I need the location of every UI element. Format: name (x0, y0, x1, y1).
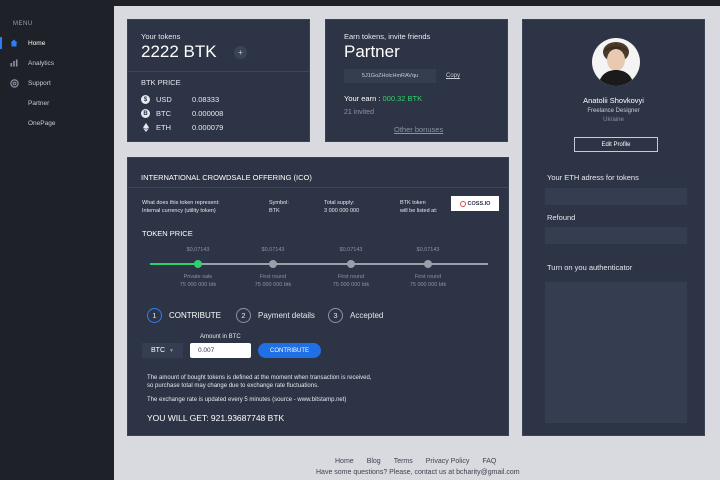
token-price-title: TOKEN PRICE (142, 229, 193, 238)
sidebar-item-label: Analytics (28, 59, 55, 67)
referral-code-field[interactable]: 5J1GoZHolcHmRAVqu (344, 69, 436, 83)
step-price: $0,07143 (261, 247, 285, 253)
authenticator-label: Turn on you authenticator (547, 263, 633, 272)
contribute-button[interactable]: CONTRIBUTE (258, 343, 321, 358)
step-round: First round 75 000 000 btk (254, 274, 292, 288)
timeline-dot (347, 260, 355, 268)
step-price: $0,07143 (416, 247, 440, 253)
home-icon (0, 39, 28, 47)
dollar-icon: $ (141, 95, 150, 104)
currency-select[interactable]: BTC ▼ (142, 343, 183, 358)
info-represent: What does this token represent: Internal… (142, 200, 220, 214)
amount-input[interactable]: 0.007 (190, 343, 251, 358)
ico-card: INTERNATIONAL CROWDSALE OFFERING (ICO) W… (127, 157, 509, 436)
info-symbol: Symbol: BTK (269, 200, 289, 214)
footer-link-blog[interactable]: Blog (367, 458, 381, 465)
sidebar-item-support[interactable]: Support (0, 74, 114, 92)
purchase-note: The amount of bought tokens is defined a… (147, 375, 372, 389)
top-bar (114, 0, 720, 6)
eth-address-input[interactable] (545, 188, 687, 205)
partner-subtitle: Earn tokens, invite friends (344, 32, 431, 41)
sidebar-item-partner[interactable]: Partner (0, 94, 114, 112)
tokens-title: Your tokens (141, 32, 181, 41)
price-title: BTK PRICE (141, 78, 181, 87)
partner-card: Earn tokens, invite friends Partner 5J1G… (325, 19, 508, 142)
support-icon (0, 78, 28, 88)
price-row-usd: $ USD 0.08333 (141, 95, 219, 104)
step-round: First round 75 000 000 btk (409, 274, 447, 288)
sidebar: MENU Home Analytics Support Partner OneP… (0, 0, 114, 480)
timeline-dot (269, 260, 277, 268)
price-row-eth: ETH 0.000079 (141, 123, 223, 132)
step-2-circle: 2 (236, 308, 251, 323)
result-total: YOU WILL GET: 921.93687748 BTK (147, 413, 285, 423)
partner-title: Partner (344, 42, 400, 61)
sidebar-item-label: Support (28, 79, 51, 87)
step-accepted-label[interactable]: Accepted (350, 311, 383, 320)
profile-name: Anatolii Shovkovyi (583, 96, 644, 105)
analytics-icon (0, 59, 28, 67)
amount-label: Amount in BTC (200, 334, 241, 340)
step-payment-label[interactable]: Payment details (258, 311, 315, 320)
sidebar-item-analytics[interactable]: Analytics (0, 54, 114, 72)
ethereum-icon (141, 123, 150, 132)
copy-link[interactable]: Copy (446, 73, 460, 79)
footer-links: Home Blog Terms Privacy Policy FAQ (335, 458, 496, 465)
earn-label: Your earn : (344, 94, 381, 103)
ico-divider (128, 187, 508, 188)
step-1-circle: 1 (147, 308, 162, 323)
refound-input[interactable] (545, 227, 687, 244)
step-round: Private sale 75 000 000 btk (179, 274, 217, 288)
price-timeline (150, 260, 488, 268)
footer-link-home[interactable]: Home (335, 458, 354, 465)
exchange-rate-note: The exchange rate is updated every 5 min… (147, 397, 347, 403)
invited-count: 21 invited (344, 109, 374, 116)
refound-label: Refound (547, 213, 576, 222)
sidebar-item-label: Home (28, 39, 46, 47)
step-price: $0,07143 (339, 247, 363, 253)
footer-contact: Have some questions? Please, contact us … (316, 469, 520, 476)
exchange-logo: COSS.IO (451, 196, 499, 211)
chevron-down-icon: ▼ (169, 347, 174, 354)
profile-card: Anatolii Shovkovyi Freelance Designer Uk… (522, 19, 705, 436)
profile-role: Freelance Designer (587, 108, 640, 114)
edit-profile-button[interactable]: Edit Profile (574, 137, 658, 152)
other-bonuses-link[interactable]: Other bonuses (394, 125, 443, 134)
price-row-btc: B BTC 0.000008 (141, 109, 223, 118)
tokens-amount: 2222 BTK (141, 42, 217, 61)
sidebar-item-onepage[interactable]: OnePage (0, 114, 114, 132)
footer-link-faq[interactable]: FAQ (482, 458, 496, 465)
bitcoin-icon: B (141, 109, 150, 118)
step-price: $0,07143 (186, 247, 210, 253)
footer-link-terms[interactable]: Terms (394, 458, 413, 465)
authenticator-panel[interactable] (545, 282, 687, 423)
coss-logo-icon (459, 200, 466, 207)
menu-label: MENU (13, 21, 33, 27)
sidebar-item-label: OnePage (28, 119, 56, 127)
timeline-dot (424, 260, 432, 268)
timeline-dot (194, 260, 202, 268)
add-tokens-button[interactable]: + (234, 46, 247, 59)
footer-link-privacy[interactable]: Privacy Policy (426, 458, 470, 465)
tokens-divider (128, 71, 309, 72)
info-supply: Total supply: 3 000 000 000 (324, 200, 360, 214)
avatar (592, 38, 640, 86)
step-round: First round 75 000 000 btk (332, 274, 370, 288)
sidebar-item-label: Partner (28, 99, 50, 107)
earn-row: Your earn : 000.32 BTK (344, 94, 422, 103)
profile-country: Ukraine (603, 117, 624, 123)
step-contribute-label[interactable]: CONTRIBUTE (169, 311, 221, 320)
timeline-progress (150, 263, 198, 265)
ico-title: INTERNATIONAL CROWDSALE OFFERING (ICO) (141, 173, 312, 182)
sidebar-item-home[interactable]: Home (0, 34, 114, 52)
tokens-card: Your tokens 2222 BTK + BTK PRICE $ USD 0… (127, 19, 310, 142)
eth-address-label: Your ETH adress for tokens (547, 173, 639, 182)
footer: Home Blog Terms Privacy Policy FAQ Have … (114, 458, 720, 480)
step-3-circle: 3 (328, 308, 343, 323)
earn-value: 000.32 BTK (382, 94, 423, 103)
info-listed: BTK token will be listed at: (400, 200, 438, 214)
